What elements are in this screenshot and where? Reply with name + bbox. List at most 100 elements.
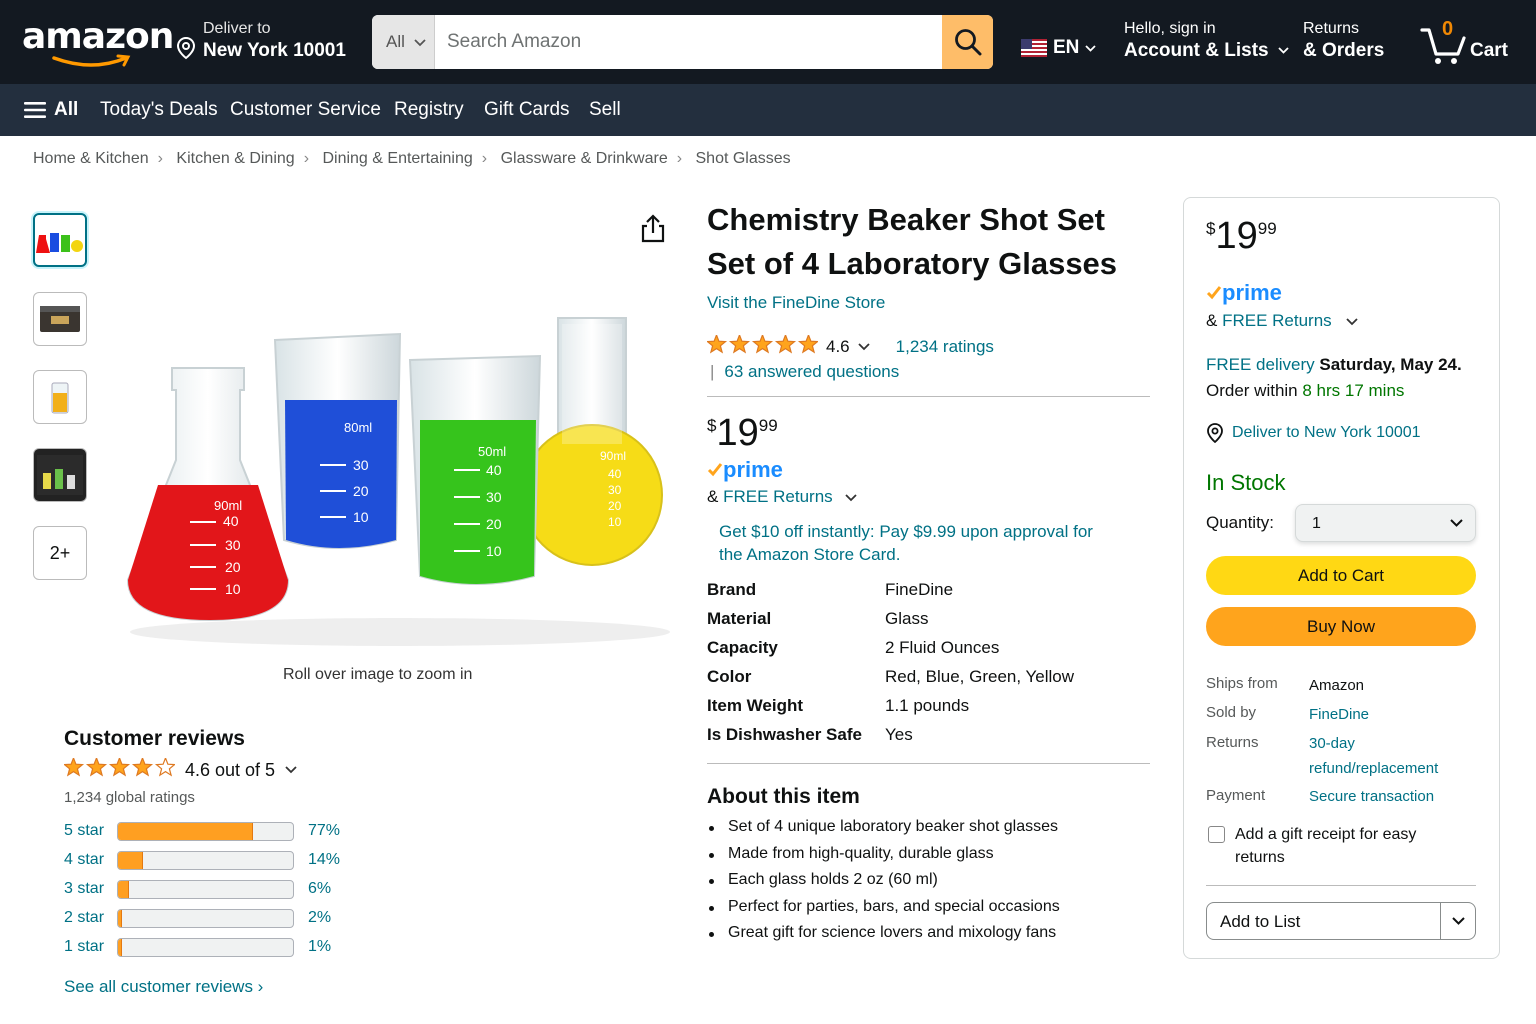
store-link[interactable]: Visit the FineDine Store (707, 293, 885, 313)
price-symbol: $ (707, 416, 717, 435)
free-returns-prefix: & (707, 487, 724, 506)
chevron-down-icon[interactable] (1452, 917, 1465, 925)
histogram-percent: 77% (308, 822, 341, 839)
blue-beaker: 80ml 30 20 10 (273, 332, 402, 549)
beaker-mark: 80ml (344, 420, 372, 435)
product-title-line-2: Set of 4 Laboratory Glasses (707, 246, 1118, 281)
divider (1440, 903, 1441, 939)
breadcrumb-item[interactable]: Shot Glasses (696, 150, 791, 167)
histogram-row-2-star[interactable]: 2 star 2% (64, 908, 354, 930)
spec-key: Is Dishwasher Safe (707, 725, 862, 744)
delivery-date: Saturday, May 24. (1319, 355, 1462, 374)
divider (707, 763, 1150, 764)
answered-questions-link[interactable]: 63 answered questions (724, 362, 899, 381)
price-fraction: 99 (1257, 219, 1277, 238)
spec-key: Brand (707, 580, 757, 599)
search-category-select[interactable]: All (372, 15, 435, 69)
prime-label: prime (1222, 280, 1282, 305)
beaker-mark: 20 (225, 559, 241, 575)
nav-registry[interactable]: Registry (394, 99, 464, 121)
returns-link-line-1[interactable]: 30-day (1309, 731, 1355, 756)
chevron-down-icon[interactable] (858, 343, 870, 351)
thumbnail-single-glass[interactable] (33, 370, 87, 424)
breadcrumb-item[interactable]: Dining & Entertaining (322, 150, 472, 167)
sold-by-label: Sold by (1206, 704, 1257, 721)
spec-row: Capacity 2 Fluid Ounces (707, 638, 1074, 667)
rating-value[interactable]: 4.6 (826, 337, 850, 357)
sold-by-link[interactable]: FineDine (1309, 702, 1369, 727)
chevron-down-icon[interactable] (845, 494, 858, 502)
breadcrumb-item[interactable]: Kitchen & Dining (176, 150, 294, 167)
product-title-line-1: Chemistry Beaker Shot Set (707, 202, 1105, 237)
add-to-cart-button[interactable]: Add to Cart (1206, 556, 1476, 595)
spec-value: Red, Blue, Green, Yellow (885, 667, 1075, 686)
free-delivery-link[interactable]: FREE delivery (1206, 355, 1315, 374)
top-header: amazon Deliver to New York 10001 All Sea… (0, 0, 1536, 84)
main-product-image[interactable]: 90ml 40 30 20 10 80ml 30 20 10 50ml 40 3… (110, 300, 680, 650)
histogram-bar (117, 851, 294, 870)
gift-receipt-option[interactable]: Add a gift receipt for easy returns (1208, 823, 1445, 869)
store-card-promo-link[interactable]: Get $10 off instantly: Pay $9.99 upon ap… (719, 520, 1099, 566)
amazon-logo[interactable]: amazon (22, 16, 174, 68)
histogram-row-1-star[interactable]: 1 star 1% (64, 937, 354, 959)
beaker-mark: 30 (353, 457, 369, 473)
histogram-label: 3 star (64, 880, 105, 897)
share-icon[interactable] (640, 214, 666, 244)
product-title: Chemistry Beaker Shot Set Set of 4 Labor… (707, 198, 1147, 286)
spec-row: Item Weight 1.1 pounds (707, 696, 1074, 725)
ratings-count-link[interactable]: 1,234 ratings (896, 337, 994, 357)
order-within-prefix: Order within (1206, 381, 1303, 400)
free-returns-row: & FREE Returns (707, 487, 858, 507)
breadcrumb-item[interactable]: Home & Kitchen (33, 150, 149, 167)
quantity-select[interactable]: 1 (1295, 504, 1476, 542)
star-rating-icon[interactable] (705, 333, 820, 359)
deliver-to-link[interactable]: Deliver to New York 10001 (1206, 423, 1421, 443)
free-returns-link[interactable]: FREE Returns (723, 487, 833, 506)
nav-all-label: All (54, 99, 79, 120)
account-lists-menu[interactable]: Hello, sign in Account & Lists (1124, 20, 1289, 62)
about-item: Set of 4 unique laboratory beaker shot g… (707, 818, 1060, 845)
histogram-row-4-star[interactable]: 4 star 14% (64, 850, 354, 872)
spec-key: Color (707, 667, 752, 686)
green-beaker: 50ml 40 30 20 10 (408, 354, 542, 585)
thumbnail-lifestyle[interactable] (33, 448, 87, 502)
nav-customer-service[interactable]: Customer Service (230, 99, 381, 121)
add-to-list-button[interactable]: Add to List (1206, 902, 1476, 940)
chevron-down-icon[interactable] (1346, 318, 1359, 326)
beaker-mark: 40 (223, 513, 239, 529)
chevron-down-icon (285, 766, 297, 774)
histogram-row-3-star[interactable]: 3 star 6% (64, 879, 354, 901)
nav-bar: All Today's Deals Customer Service Regis… (0, 84, 1536, 136)
about-title: About this item (707, 785, 860, 808)
cart-button[interactable]: 0 Cart (1420, 18, 1515, 68)
reviews-summary[interactable]: 4.6 out of 5 (62, 756, 297, 782)
nav-gift-cards[interactable]: Gift Cards (484, 99, 570, 121)
thumbnail-box[interactable] (33, 292, 87, 346)
nav-todays-deals[interactable]: Today's Deals (100, 99, 218, 121)
search-input[interactable] (435, 15, 942, 69)
logo-text: amazon (22, 16, 174, 57)
returns-link-line-2[interactable]: refund/replacement (1309, 756, 1438, 781)
returns-label: Returns (1206, 734, 1259, 751)
order-within-line: Order within 8 hrs 17 mins (1206, 378, 1462, 404)
thumbnail-beakers[interactable] (33, 213, 87, 267)
free-returns-link[interactable]: FREE Returns (1222, 311, 1332, 330)
gift-receipt-checkbox[interactable] (1208, 826, 1225, 843)
chevron-down-icon (1278, 47, 1289, 55)
language-selector[interactable]: EN (1021, 37, 1097, 59)
beakers-thumbnail-image (36, 233, 83, 253)
payment-link[interactable]: Secure transaction (1309, 784, 1434, 809)
quantity-value: 1 (1312, 515, 1321, 532)
nav-all-menu[interactable]: All (24, 99, 78, 121)
search-button[interactable] (942, 15, 993, 69)
returns-orders-link[interactable]: Returns & Orders (1303, 20, 1384, 62)
thumbnail-more[interactable]: 2+ (33, 526, 87, 580)
nav-sell[interactable]: Sell (589, 99, 621, 121)
see-all-reviews-link[interactable]: See all customer reviews › (64, 977, 263, 997)
breadcrumb-item[interactable]: Glassware & Drinkware (501, 150, 668, 167)
buy-now-button[interactable]: Buy Now (1206, 607, 1476, 646)
histogram-row-5-star[interactable]: 5 star 77% (64, 821, 354, 843)
reviews-title: Customer reviews (64, 727, 245, 750)
spec-row: Is Dishwasher Safe Yes (707, 725, 1074, 754)
deliver-label: Deliver to (203, 20, 271, 37)
